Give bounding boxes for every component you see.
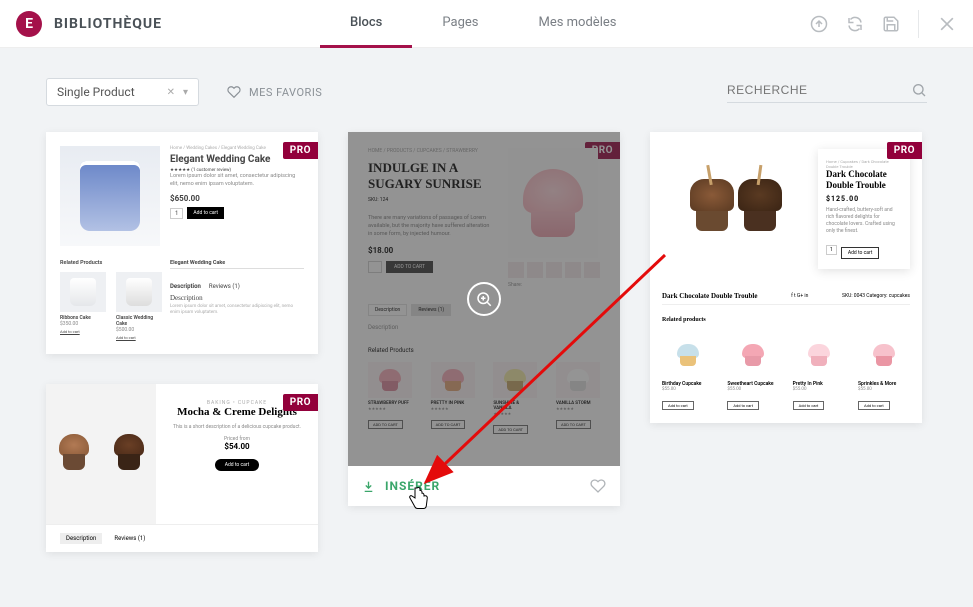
template-thumbnail: Home / Wedding Cakes / Elegant Wedding C… — [46, 132, 318, 354]
close-icon[interactable] — [937, 14, 957, 34]
tabs: Blocs Pages Mes modèles — [320, 0, 810, 48]
favorite-toggle[interactable] — [590, 478, 606, 494]
tab-pages[interactable]: Pages — [412, 0, 508, 48]
template-grid: PRO Home / Wedding Cakes / Elegant Weddi… — [0, 126, 973, 552]
filter-bar: Single Product ✕ ▾ MES FAVORIS — [0, 48, 973, 126]
header-actions — [810, 10, 973, 38]
separator — [918, 10, 919, 38]
heart-icon — [227, 85, 241, 99]
download-icon — [362, 480, 375, 493]
insert-button[interactable]: INSÉRER — [362, 479, 440, 493]
tab-my-templates[interactable]: Mes modèles — [508, 0, 646, 48]
template-card[interactable]: PRO Home / Wedding Cakes / Elegant Weddi… — [46, 132, 318, 354]
heart-icon — [590, 478, 606, 494]
search-input[interactable] — [727, 83, 891, 97]
category-select[interactable]: Single Product ✕ ▾ — [46, 78, 199, 106]
upload-template-icon[interactable] — [810, 15, 828, 33]
pro-badge: PRO — [283, 394, 318, 411]
template-thumbnail: BAKING • CUPCAKE Mocha & Creme Delights … — [46, 384, 318, 552]
card-footer: INSÉRER — [348, 466, 620, 506]
modal-header: E BIBLIOTHÈQUE Blocs Pages Mes modèles — [0, 0, 973, 48]
search-area — [727, 82, 927, 103]
modal-title: BIBLIOTHÈQUE — [54, 16, 162, 32]
magnify-icon — [467, 282, 501, 316]
clear-select-icon[interactable]: ✕ — [167, 87, 175, 98]
favorites-label: MES FAVORIS — [249, 86, 322, 99]
logo-area: E BIBLIOTHÈQUE — [0, 11, 320, 37]
template-thumbnail: Home / Cupcakes / Dark Chocolate Double … — [650, 132, 922, 423]
refresh-icon[interactable] — [846, 15, 864, 33]
pro-badge: PRO — [283, 142, 318, 159]
elementor-logo: E — [16, 11, 42, 37]
tab-blocs[interactable]: Blocs — [320, 0, 412, 48]
pro-badge: PRO — [887, 142, 922, 159]
template-card[interactable]: PRO Home / Cupcakes / Dark Chocolate Dou… — [650, 132, 922, 423]
category-select-value: Single Product — [57, 85, 135, 99]
save-icon[interactable] — [882, 15, 900, 33]
template-card-hovered[interactable]: PRO HOME / PRODUCTS / CUPCAKES / STRAWBE… — [348, 132, 620, 506]
preview-overlay[interactable] — [348, 132, 620, 466]
search-icon[interactable] — [911, 82, 927, 98]
chevron-down-icon[interactable]: ▾ — [183, 87, 188, 98]
insert-label: INSÉRER — [385, 479, 440, 493]
favorites-link[interactable]: MES FAVORIS — [227, 85, 322, 99]
template-card[interactable]: PRO BAKING • CUPCAKE Mocha & Creme Delig… — [46, 384, 318, 552]
